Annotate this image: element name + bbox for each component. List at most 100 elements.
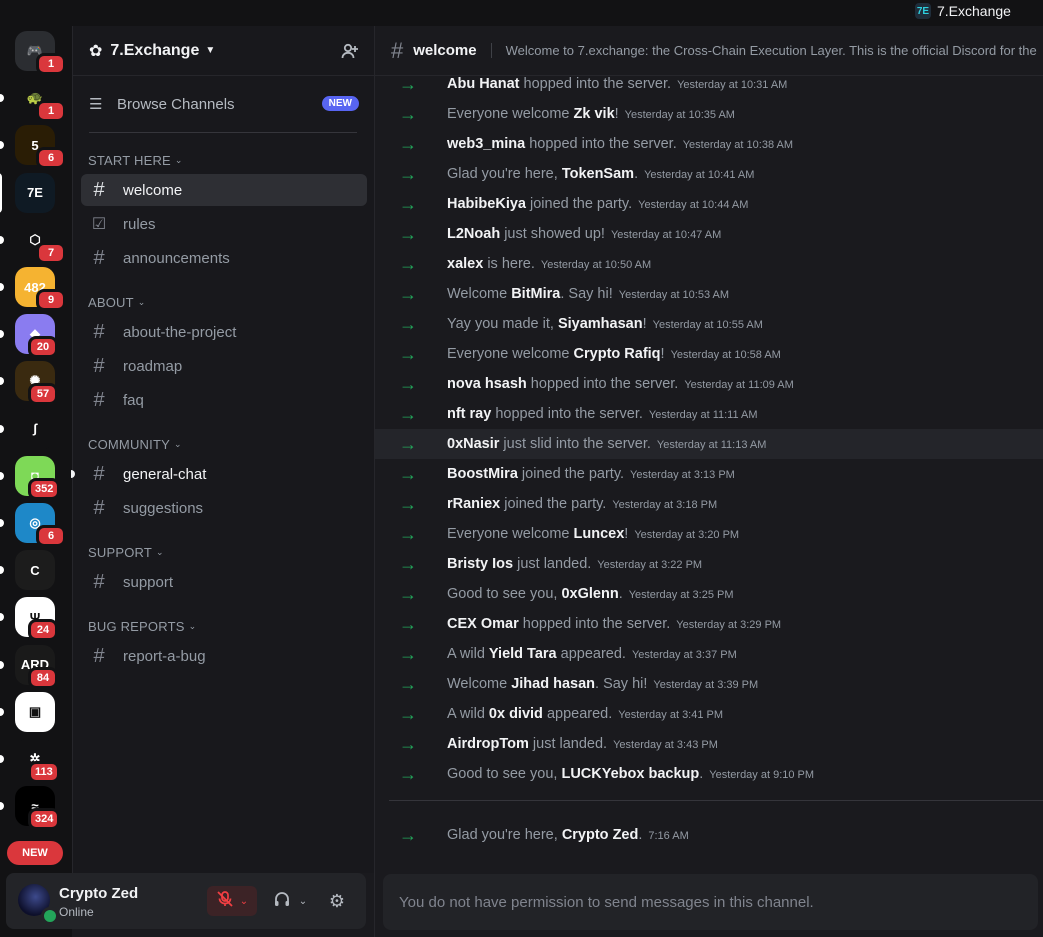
system-message[interactable]: → Abu Hanat hopped into the server. Yester…	[375, 76, 1043, 99]
message-timestamp[interactable]: Yesterday at 10:35 AM	[625, 109, 735, 121]
channel-report-a-bug[interactable]: # report-a-bug	[81, 640, 367, 672]
message-username[interactable]: Luncex	[574, 526, 625, 542]
message-timestamp[interactable]: Yesterday at 3:43 PM	[613, 739, 718, 751]
message-username[interactable]: nova hsash	[447, 376, 527, 392]
system-message[interactable]: → rRaniex joined the party. Yesterday at 3…	[375, 489, 1043, 519]
message-username[interactable]: TokenSam	[562, 166, 634, 182]
message-timestamp[interactable]: Yesterday at 10:41 AM	[644, 169, 754, 181]
channel-rules[interactable]: ☑ rules	[81, 208, 367, 240]
message-username[interactable]: BitMira	[511, 286, 560, 302]
invite-people-icon[interactable]	[339, 40, 361, 62]
category-bug-reports[interactable]: BUG REPORTS ⌄	[88, 619, 196, 634]
system-message[interactable]: → Bristy Ios just landed. Yesterday at 3:2…	[375, 549, 1043, 579]
message-username[interactable]: Jihad hasan	[511, 676, 595, 692]
message-timestamp[interactable]: Yesterday at 10:50 AM	[541, 259, 651, 271]
user-settings-button[interactable]: ⚙	[322, 886, 352, 916]
message-timestamp[interactable]: Yesterday at 3:20 PM	[634, 529, 739, 541]
system-message[interactable]: → web3_mina hopped into the server. Yester…	[375, 129, 1043, 159]
message-timestamp[interactable]: Yesterday at 3:18 PM	[612, 499, 717, 511]
category-community[interactable]: COMMUNITY ⌄	[88, 437, 182, 452]
channel-support[interactable]: # support	[81, 566, 367, 598]
message-timestamp[interactable]: Yesterday at 10:47 AM	[611, 229, 721, 241]
channel-faq[interactable]: # faq	[81, 384, 367, 416]
channel-welcome[interactable]: # welcome	[81, 174, 367, 206]
message-timestamp[interactable]: Yesterday at 3:25 PM	[629, 589, 734, 601]
system-message[interactable]: → Yay you made it, Siyamhasan! Yesterday a…	[375, 309, 1043, 339]
message-timestamp[interactable]: Yesterday at 10:53 AM	[619, 289, 729, 301]
system-message[interactable]: → xalex is here. Yesterday at 10:50 AM	[375, 249, 1043, 279]
deafen-button[interactable]: ⌄	[265, 886, 315, 916]
chevron-down-icon[interactable]: ⌄	[299, 896, 307, 907]
user-name[interactable]: Crypto Zed	[59, 885, 138, 902]
message-username[interactable]: Crypto Zed	[562, 827, 639, 843]
message-list[interactable]: → Glad you're here, Crypto Zed. 7:16 AM →…	[375, 76, 1043, 874]
message-username[interactable]: BoostMira	[447, 466, 518, 482]
system-message[interactable]: → nft ray hopped into the server. Yesterda…	[375, 399, 1043, 429]
message-username[interactable]: Abu Hanat	[447, 76, 520, 92]
message-username[interactable]: rRaniex	[447, 496, 500, 512]
system-message[interactable]: → nova hsash hopped into the server. Yeste…	[375, 369, 1043, 399]
category-start-here[interactable]: START HERE ⌄	[88, 153, 183, 168]
message-username[interactable]: CEX Omar	[447, 616, 519, 632]
message-timestamp[interactable]: Yesterday at 3:29 PM	[676, 619, 781, 631]
chevron-down-icon[interactable]: ⌄	[240, 896, 248, 907]
channel-topic[interactable]: Welcome to 7.exchange: the Cross-Chain E…	[490, 43, 1037, 58]
message-username[interactable]: web3_mina	[447, 136, 525, 152]
seven-exchange-server-icon[interactable]: 7E	[15, 172, 55, 213]
message-timestamp[interactable]: Yesterday at 11:09 AM	[684, 379, 793, 391]
channel-announcements[interactable]: # announcements	[81, 242, 367, 274]
browse-channels-button[interactable]: ☰ Browse Channels NEW	[81, 88, 367, 120]
message-username[interactable]: L2Noah	[447, 226, 500, 242]
message-timestamp[interactable]: Yesterday at 11:13 AM	[657, 439, 766, 451]
message-username[interactable]: LUCKYebox backup	[561, 766, 699, 782]
message-username[interactable]: nft ray	[447, 406, 491, 422]
system-message[interactable]: → BoostMira joined the party. Yesterday at…	[375, 459, 1043, 489]
system-message[interactable]: → 0xNasir just slid into the server. Yeste…	[375, 429, 1043, 459]
system-message[interactable]: → Welcome Jihad hasan. Say hi! Yesterday a…	[375, 669, 1043, 699]
message-username[interactable]: Yield Tara	[489, 646, 557, 662]
message-timestamp[interactable]: Yesterday at 3:41 PM	[618, 709, 723, 721]
system-message[interactable]: → Glad you're here, Crypto Zed. 7:16 AM	[375, 820, 1043, 850]
message-timestamp[interactable]: Yesterday at 3:13 PM	[630, 469, 735, 481]
system-message[interactable]: → Everyone welcome Luncex! Yesterday at 3:…	[375, 519, 1043, 549]
message-timestamp[interactable]: Yesterday at 9:10 PM	[709, 769, 814, 781]
system-message[interactable]: → AirdropTom just landed. Yesterday at 3:4…	[375, 729, 1043, 759]
mute-microphone-button[interactable]: ⌄	[207, 886, 257, 916]
system-message[interactable]: → L2Noah just showed up! Yesterday at 10:4…	[375, 219, 1043, 249]
channel-about-the-project[interactable]: # about-the-project	[81, 316, 367, 348]
system-message[interactable]: → A wild Yield Tara appeared. Yesterday at…	[375, 639, 1043, 669]
message-timestamp[interactable]: Yesterday at 11:11 AM	[649, 409, 758, 421]
box-server-icon[interactable]: ▣	[15, 691, 55, 732]
creditlink-server-icon[interactable]: C	[15, 550, 55, 591]
system-message[interactable]: → Welcome BitMira. Say hi! Yesterday at 10…	[375, 279, 1043, 309]
message-username[interactable]: xalex	[447, 256, 483, 272]
system-message[interactable]: → Good to see you, 0xGlenn. Yesterday at 3…	[375, 579, 1043, 609]
new-unreads-pill[interactable]: NEW	[7, 841, 63, 865]
message-timestamp[interactable]: Yesterday at 10:31 AM	[677, 79, 787, 91]
message-timestamp[interactable]: 7:16 AM	[648, 830, 688, 842]
message-timestamp[interactable]: Yesterday at 10:38 AM	[683, 139, 793, 151]
system-message[interactable]: → HabibeKiya joined the party. Yesterday a…	[375, 189, 1043, 219]
message-timestamp[interactable]: Yesterday at 10:44 AM	[638, 199, 748, 211]
message-username[interactable]: Crypto Rafiq	[574, 346, 661, 362]
message-timestamp[interactable]: Yesterday at 3:22 PM	[597, 559, 702, 571]
channel-general-chat[interactable]: # general-chat	[71, 458, 367, 490]
channel-roadmap[interactable]: # roadmap	[81, 350, 367, 382]
message-username[interactable]: Zk vik	[574, 106, 615, 122]
message-username[interactable]: 0xNasir	[447, 436, 499, 452]
system-message[interactable]: → Everyone welcome Crypto Rafiq! Yesterday…	[375, 339, 1043, 369]
message-timestamp[interactable]: Yesterday at 3:39 PM	[653, 679, 758, 691]
message-username[interactable]: Bristy Ios	[447, 556, 513, 572]
seahorse-server-icon[interactable]: ʃ	[15, 408, 55, 449]
message-timestamp[interactable]: Yesterday at 10:55 AM	[653, 319, 763, 331]
message-timestamp[interactable]: Yesterday at 10:58 AM	[671, 349, 781, 361]
message-username[interactable]: 0xGlenn	[561, 586, 618, 602]
message-username[interactable]: 0x divid	[489, 706, 543, 722]
system-message[interactable]: → Glad you're here, TokenSam. Yesterday at…	[375, 159, 1043, 189]
category-support[interactable]: SUPPORT ⌄	[88, 545, 164, 560]
channel-suggestions[interactable]: # suggestions	[81, 492, 367, 524]
category-about[interactable]: ABOUT ⌄	[88, 295, 146, 310]
message-username[interactable]: Siyamhasan	[558, 316, 643, 332]
system-message[interactable]: → A wild 0x divid appeared. Yesterday at 3…	[375, 699, 1043, 729]
system-message[interactable]: → Good to see you, LUCKYebox backup. Yeste…	[375, 759, 1043, 789]
